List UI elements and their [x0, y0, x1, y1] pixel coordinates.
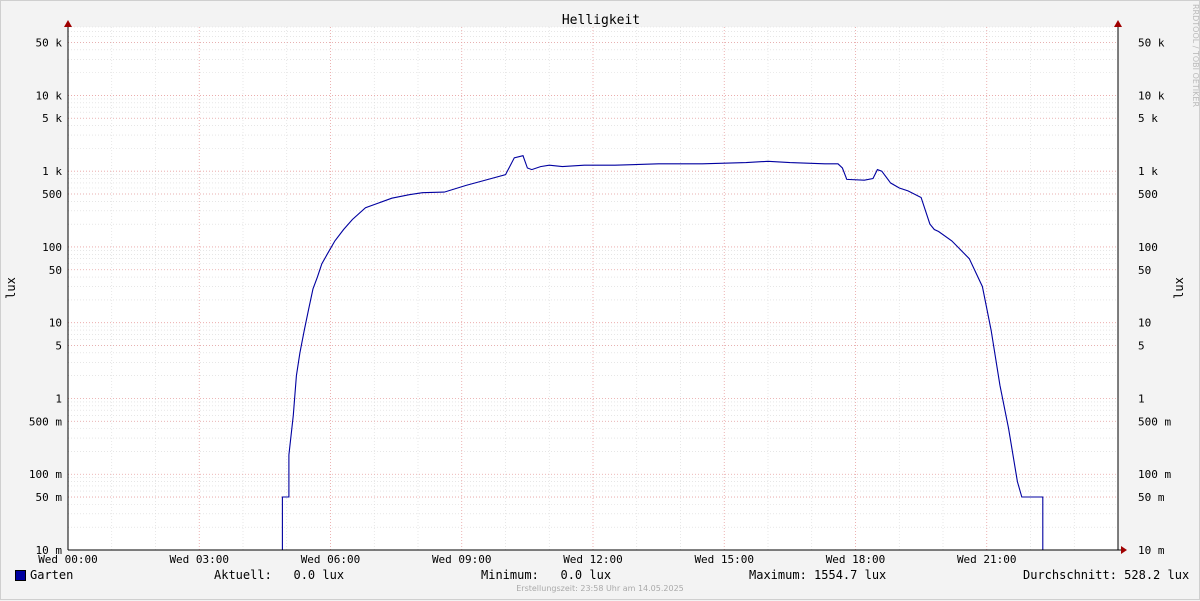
y-axis-labels-right: 10 m 50 m 100 m 500 m 1 5 10 50 100 500 1 k 5 k 10 k… — [1138, 36, 1171, 557]
x-tick-label: Wed 03:00 — [169, 553, 229, 566]
y-axis-title-left: lux — [4, 277, 18, 299]
y-tick-label: 100 m — [29, 468, 62, 481]
y-tick-label-right: 500 m — [1138, 415, 1171, 428]
legend-current: Aktuell: 0.0 lux — [214, 568, 345, 582]
y-tick-label-right: 100 — [1138, 241, 1158, 254]
x-tick-label: Wed 09:00 — [432, 553, 492, 566]
y-tick-label-right: 10 k — [1138, 89, 1165, 102]
y-tick-label-right: 50 — [1138, 264, 1151, 277]
y-tick-label-right: 10 m — [1138, 544, 1165, 557]
x-tick-label: Wed 00:00 — [38, 553, 98, 566]
footer-timestamp: Erstellungszeit: 23:58 Uhr am 14.05.2025 — [516, 584, 684, 593]
y-tick-label: 10 k — [36, 89, 63, 102]
y-tick-label: 50 — [49, 264, 62, 277]
legend-swatch-garten — [15, 570, 26, 581]
y-tick-label-right: 5 — [1138, 340, 1145, 353]
y-tick-label-right: 10 — [1138, 317, 1151, 330]
y-tick-label: 5 k — [42, 112, 62, 125]
x-tick-label: Wed 06:00 — [301, 553, 361, 566]
chart-frame: 10 m 50 m 100 m 500 m 1 5 10 50 100 500 1 k 5 k 10 k… — [0, 0, 1200, 600]
y-tick-label: 100 — [42, 241, 62, 254]
y-tick-label: 500 m — [29, 415, 62, 428]
chart-title: Helligkeit — [562, 13, 640, 28]
y-tick-label: 50 k — [36, 36, 63, 49]
x-axis-arrow-icon — [1121, 546, 1127, 554]
y-tick-label: 1 k — [42, 165, 62, 178]
legend-minimum: Minimum: 0.0 lux — [481, 568, 612, 582]
y-tick-label: 10 — [49, 317, 62, 330]
y-tick-label: 500 — [42, 188, 62, 201]
y-tick-label-right: 1 — [1138, 392, 1145, 405]
y-tick-label-right: 500 — [1138, 188, 1158, 201]
legend-series-name: Garten — [30, 568, 74, 582]
y-tick-label-right: 50 m — [1138, 491, 1165, 504]
y-tick-label: 5 — [55, 340, 62, 353]
x-axis-labels: Wed 00:00 Wed 03:00 Wed 06:00 Wed 09:00 Wed … — [38, 553, 1016, 566]
line-chart: 10 m 50 m 100 m 500 m 1 5 10 50 100 500 1 k 5 k 10 k… — [4, 13, 1186, 566]
y-tick-label-right: 50 k — [1138, 36, 1165, 49]
y-tick-label-right: 5 k — [1138, 112, 1158, 125]
y-axis-arrow-icon — [64, 20, 72, 27]
x-tick-label: Wed 18:00 — [826, 553, 886, 566]
y-tick-label-right: 100 m — [1138, 468, 1171, 481]
x-tick-label: Wed 21:00 — [957, 553, 1017, 566]
y-axis-arrow-right-icon — [1114, 20, 1122, 27]
y-tick-label: 1 — [55, 392, 62, 405]
x-tick-label: Wed 12:00 — [563, 553, 623, 566]
legend-maximum: Maximum: 1554.7 lux — [749, 568, 887, 582]
x-tick-label: Wed 15:00 — [694, 553, 754, 566]
rrdtool-credit: RRDTOOL / TOBI OETIKER — [1191, 4, 1200, 108]
y-tick-label-right: 1 k — [1138, 165, 1158, 178]
y-tick-label: 50 m — [36, 491, 63, 504]
y-axis-labels-left: 10 m50 m100 m500 m1510501005001 k5 k10 k… — [29, 36, 62, 557]
legend-average: Durchschnitt: 528.2 lux — [1023, 568, 1190, 582]
y-axis-title-right: lux — [1172, 277, 1186, 299]
